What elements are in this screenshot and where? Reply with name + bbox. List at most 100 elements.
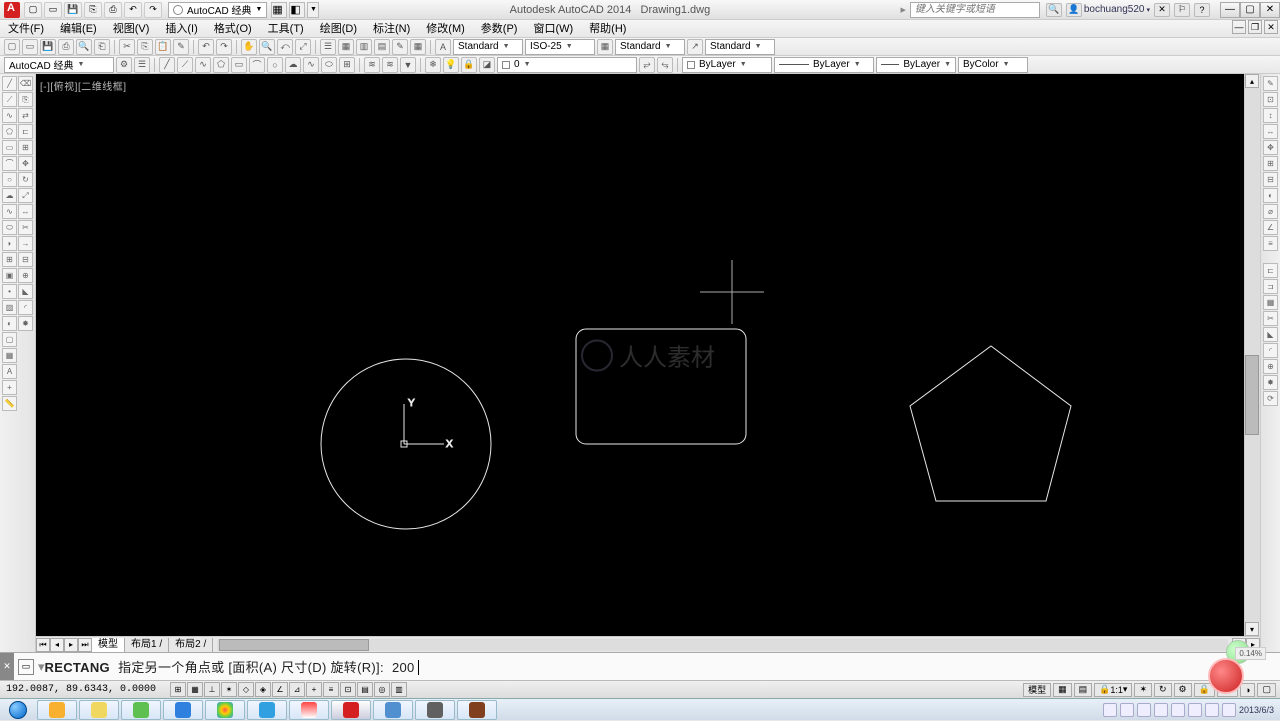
insert-tool-icon[interactable]: ⊞: [2, 252, 17, 267]
taskbar-app-9[interactable]: [415, 700, 455, 720]
wsgear-icon[interactable]: ⚙: [116, 57, 132, 73]
match-icon[interactable]: ✎: [173, 39, 189, 55]
insert-icon[interactable]: ⊞: [339, 57, 355, 73]
cmdline-close-icon[interactable]: ✕: [0, 653, 14, 680]
r-tool-10-icon[interactable]: ∠: [1263, 220, 1278, 235]
r-tool-1-icon[interactable]: ✎: [1263, 76, 1278, 91]
tab-next-icon[interactable]: ▸: [64, 638, 78, 652]
circle-icon[interactable]: ○: [267, 57, 283, 73]
rect-icon[interactable]: ▭: [231, 57, 247, 73]
polygon-tool-icon[interactable]: ⬠: [2, 124, 17, 139]
redo-icon[interactable]: ↷: [144, 2, 162, 18]
linetype-dropdown[interactable]: ByLayer▼: [774, 57, 874, 73]
taskbar-app-10[interactable]: [457, 700, 497, 720]
annoscale-button[interactable]: 🔒 1:1▾: [1094, 683, 1132, 697]
open-icon[interactable]: ▭: [22, 39, 38, 55]
region-tool-icon[interactable]: ▢: [2, 332, 17, 347]
r-tool-12-icon[interactable]: ⊏: [1263, 263, 1278, 278]
xline-tool-icon[interactable]: ⟋: [2, 92, 17, 107]
tab-model[interactable]: 模型: [92, 638, 125, 652]
wsopt-icon[interactable]: ◧: [289, 2, 305, 18]
horizontal-scrollbar[interactable]: [217, 639, 1228, 651]
mleaderstyle-dropdown[interactable]: Standard▼: [705, 39, 775, 55]
workspace-dropdown[interactable]: AutoCAD 经典 ▼: [168, 2, 267, 18]
paste-icon[interactable]: 📋: [155, 39, 171, 55]
r-tool-16-icon[interactable]: ◣: [1263, 327, 1278, 342]
taskbar-app-4[interactable]: [163, 700, 203, 720]
r-tool-3-icon[interactable]: ↕: [1263, 108, 1278, 123]
wsmore-icon[interactable]: ▦: [271, 2, 287, 18]
color-dropdown[interactable]: ByLayer▼: [682, 57, 772, 73]
join-tool-icon[interactable]: ⊕: [18, 268, 33, 283]
modelspace-button[interactable]: 模型: [1023, 683, 1051, 697]
copy-tool-icon[interactable]: ⎘: [18, 92, 33, 107]
cut-icon[interactable]: ✂: [119, 39, 135, 55]
menu-draw[interactable]: 绘图(D): [312, 20, 365, 37]
qat-dropdown-icon[interactable]: ▼: [307, 2, 319, 18]
menu-parametric[interactable]: 参数(P): [473, 20, 526, 37]
mdi-close-button[interactable]: ✕: [1264, 20, 1278, 34]
drawing-canvas[interactable]: [-][俯视][二维线框] X Y: [36, 74, 1260, 652]
explode-tool-icon[interactable]: ✸: [18, 316, 33, 331]
taskbar-app-2[interactable]: [79, 700, 119, 720]
offset-tool-icon[interactable]: ⊏: [18, 124, 33, 139]
am-toggle[interactable]: ▥: [391, 682, 407, 697]
zoomp-icon[interactable]: ⤺: [277, 39, 293, 55]
ssm-icon[interactable]: ▤: [374, 39, 390, 55]
menu-modify[interactable]: 修改(M): [418, 20, 473, 37]
start-button[interactable]: [0, 699, 36, 721]
polygon-icon[interactable]: ⬠: [213, 57, 229, 73]
redo-icon[interactable]: ↷: [216, 39, 232, 55]
textstyle-dropdown[interactable]: Standard▼: [453, 39, 523, 55]
publish-icon[interactable]: ⎗: [94, 39, 110, 55]
xline-icon[interactable]: ⟋: [177, 57, 193, 73]
mirror-tool-icon[interactable]: ⇄: [18, 108, 33, 123]
fillet-tool-icon[interactable]: ◜: [18, 300, 33, 315]
otrack-toggle[interactable]: ∠: [272, 682, 288, 697]
r-tool-2-icon[interactable]: ⊡: [1263, 92, 1278, 107]
dyn-toggle[interactable]: +: [306, 682, 322, 697]
array-tool-icon[interactable]: ⊞: [18, 140, 33, 155]
menu-insert[interactable]: 插入(I): [157, 20, 205, 37]
layerstate-icon[interactable]: ≋: [382, 57, 398, 73]
tab-last-icon[interactable]: ⏭: [78, 638, 92, 652]
app-icon[interactable]: [4, 2, 20, 18]
measure-tool-icon[interactable]: 📏: [2, 396, 17, 411]
erase-tool-icon[interactable]: ⌫: [18, 76, 33, 91]
line-tool-icon[interactable]: ╱: [2, 76, 17, 91]
3dosnap-toggle[interactable]: ◈: [255, 682, 271, 697]
markup-icon[interactable]: ✎: [392, 39, 408, 55]
hatch-tool-icon[interactable]: ▨: [2, 300, 17, 315]
chamfer-tool-icon[interactable]: ◣: [18, 284, 33, 299]
stretch-tool-icon[interactable]: ↔: [18, 204, 33, 219]
isolate-button[interactable]: ◑: [1240, 683, 1255, 697]
polar-toggle[interactable]: ✶: [221, 682, 237, 697]
tray-icon-6[interactable]: [1188, 703, 1202, 717]
wssave-icon[interactable]: ☰: [134, 57, 150, 73]
tray-icon-5[interactable]: [1171, 703, 1185, 717]
tray-icon-2[interactable]: [1120, 703, 1134, 717]
laymcur-icon[interactable]: ⥂: [639, 57, 655, 73]
new-icon[interactable]: ▢: [4, 39, 20, 55]
saveas-icon[interactable]: ⎘: [84, 2, 102, 18]
r-tool-7-icon[interactable]: ⊟: [1263, 172, 1278, 187]
layiso-icon[interactable]: ⥃: [657, 57, 673, 73]
block-tool-icon[interactable]: ▣: [2, 268, 17, 283]
taskbar-app-6[interactable]: [247, 700, 287, 720]
help-icon[interactable]: ?: [1194, 3, 1210, 17]
menu-tools[interactable]: 工具(T): [260, 20, 312, 37]
command-line[interactable]: ✕ ▭ ▾ RECTANG 指定另一个角点或 [面积(A) 尺寸(D) 旋转(R…: [0, 652, 1280, 680]
table-tool-icon[interactable]: ▦: [2, 348, 17, 363]
ellipsearc-tool-icon[interactable]: ◗: [2, 236, 17, 251]
menu-dimension[interactable]: 标注(N): [365, 20, 418, 37]
r-tool-19-icon[interactable]: ✸: [1263, 375, 1278, 390]
save-icon[interactable]: 💾: [40, 39, 56, 55]
user-menu[interactable]: 👤 bochuang520▾: [1066, 3, 1150, 17]
arc-icon[interactable]: ⌒: [249, 57, 265, 73]
taskbar-app-8[interactable]: [373, 700, 413, 720]
vertical-scrollbar[interactable]: ▴ ▾: [1244, 74, 1260, 636]
break-tool-icon[interactable]: ⊟: [18, 252, 33, 267]
ortho-toggle[interactable]: ⊥: [204, 682, 220, 697]
annoauto-button[interactable]: ↻: [1154, 683, 1172, 697]
ellipse-icon[interactable]: ⬭: [321, 57, 337, 73]
